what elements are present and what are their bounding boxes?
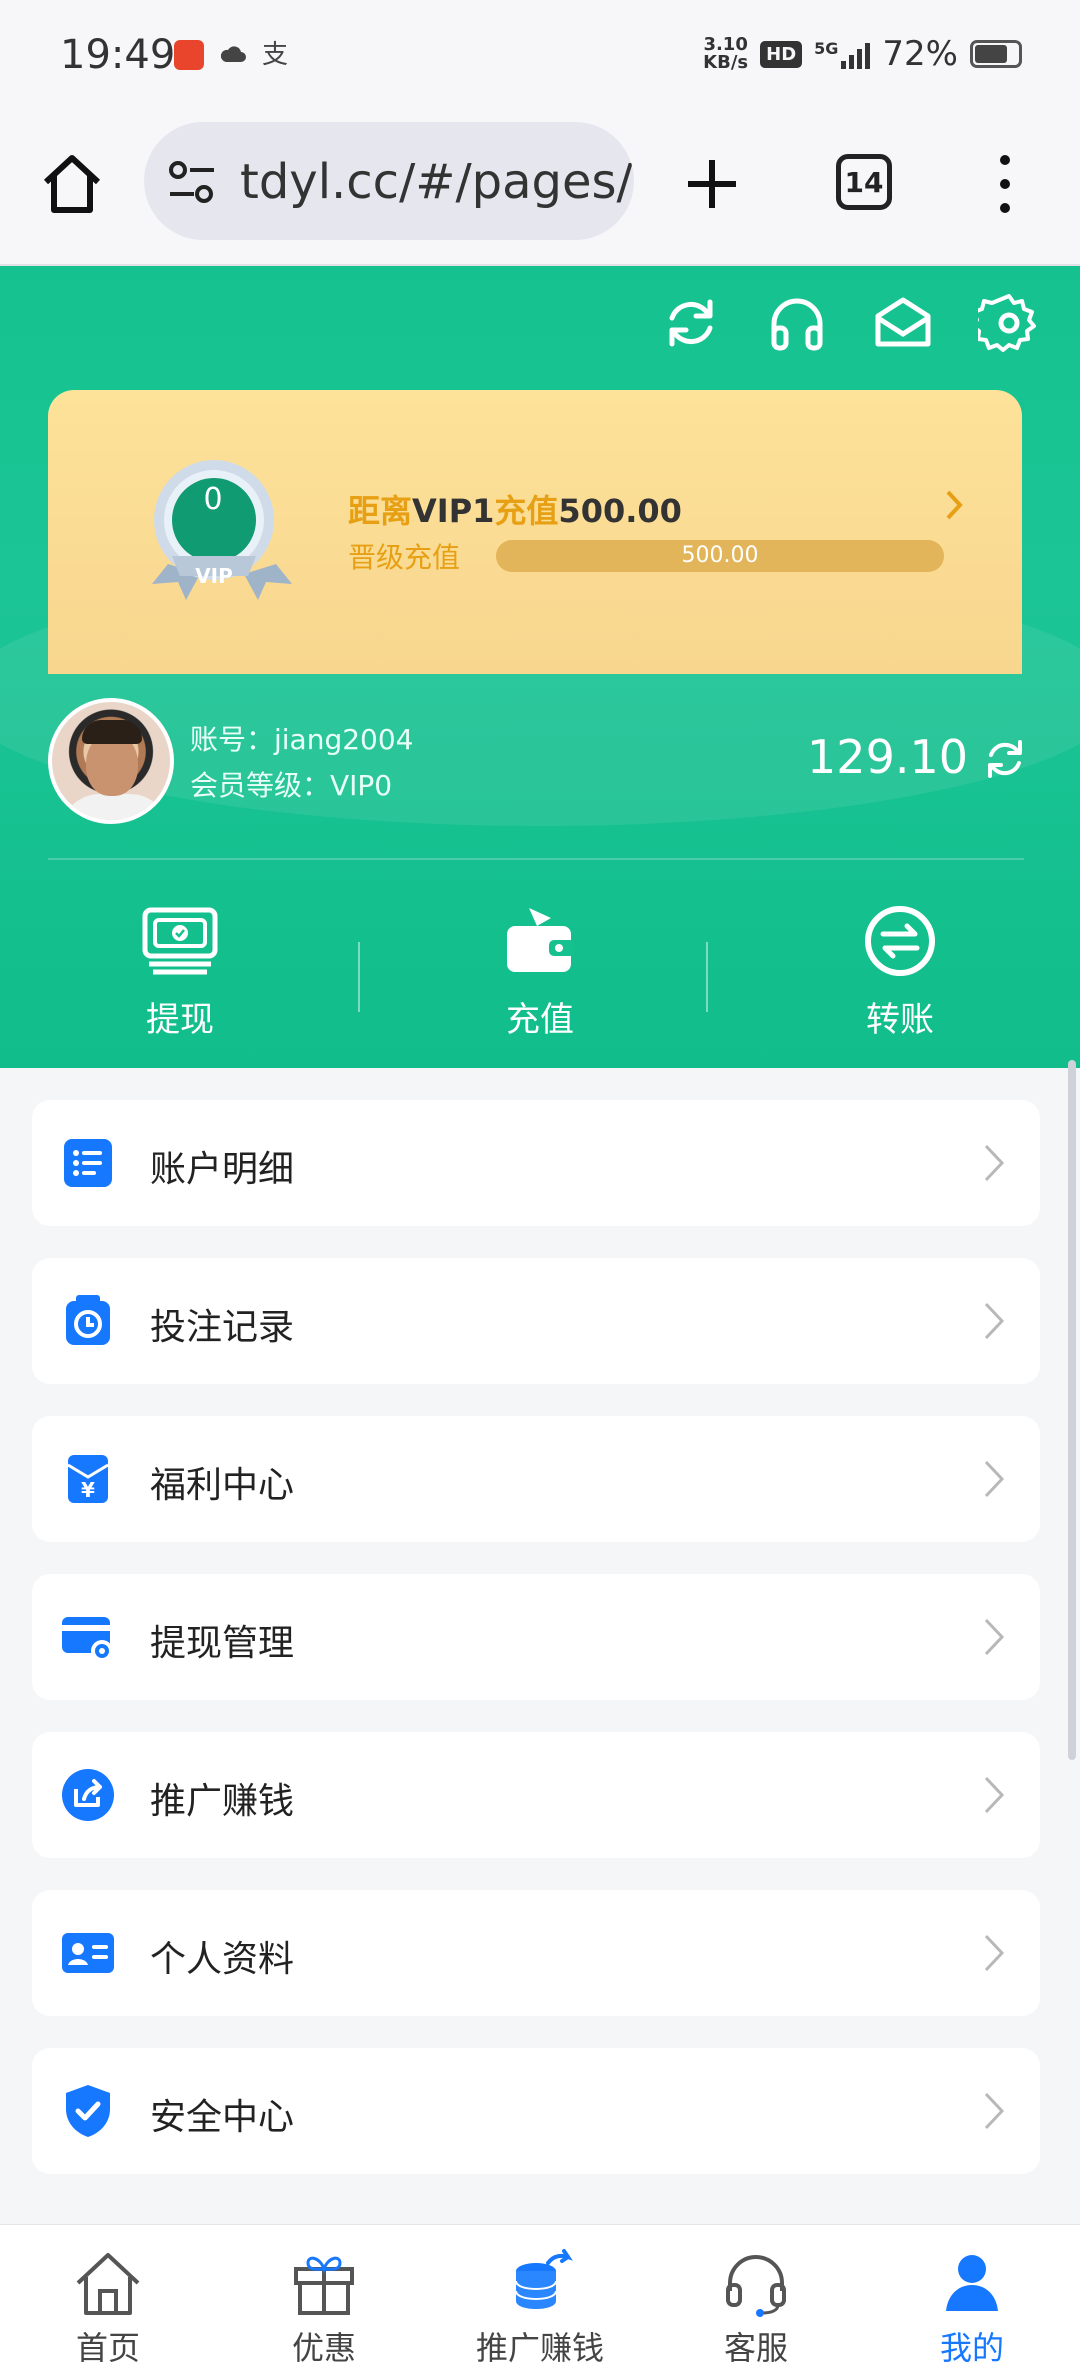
menu-label: 提现管理 <box>150 1623 295 1664</box>
menu-item-bet-records[interactable]: 投注记录 <box>32 1258 1040 1384</box>
withdraw-button[interactable]: 提现 <box>0 890 360 1040</box>
balance-amount: 129.10 <box>807 730 968 784</box>
address-bar[interactable]: tdyl.cc/#/pages/m <box>144 122 634 240</box>
vip-target-text: 距离VIP1充值500.00 <box>348 492 682 530</box>
alipay-icon: 支 <box>262 40 289 70</box>
quick-actions: 提现 充值 转账 <box>0 890 1080 1040</box>
nav-label: 我的 <box>939 2329 1004 2367</box>
hd-badge: HD <box>760 40 803 68</box>
battery-percent: 72% <box>882 34 958 74</box>
member-level: 会员等级：VIP0 <box>190 769 393 802</box>
signal-icon: 5G <box>814 39 871 69</box>
menu-label: 个人资料 <box>150 1939 295 1980</box>
menu-label: 投注记录 <box>150 1307 295 1348</box>
tab-switcher-button[interactable]: 14 <box>836 154 892 210</box>
site-settings-icon[interactable] <box>166 158 218 206</box>
menu-list: 账户明细 投注记录 ¥ 福利中心 提现管理 推广赚钱 个人资料 安全中心 <box>32 1100 1040 2206</box>
menu-label: 账户明细 <box>150 1149 295 1190</box>
nav-promotions[interactable]: 优惠 <box>216 2225 432 2376</box>
gift-icon <box>294 2256 354 2315</box>
yen-envelope-icon: ¥ <box>67 1455 109 1503</box>
svg-text:¥: ¥ <box>81 1478 95 1502</box>
coins-icon <box>515 2249 573 2309</box>
vip-card[interactable]: 0 VIP 距离VIP1充值500.00 晋级充值 500.00 <box>48 390 1022 674</box>
divider <box>358 942 360 1012</box>
new-tab-icon[interactable] <box>682 154 742 214</box>
nav-home[interactable]: 首页 <box>0 2225 216 2376</box>
status-bar: 19:49 支 3.10 KB/s HD 5G 72% <box>0 0 1080 110</box>
nav-label: 优惠 <box>291 2329 356 2367</box>
more-menu-icon[interactable] <box>990 150 1020 218</box>
headset-icon[interactable] <box>766 292 828 354</box>
vip-progress-text: 500.00 <box>681 543 759 568</box>
chevron-right-icon <box>984 1776 1005 1814</box>
vip-chevron-right-icon[interactable] <box>944 488 964 522</box>
status-time: 19:49 <box>60 32 176 78</box>
network-speed: 3.10 KB/s <box>703 34 749 73</box>
app-notification-icon <box>174 40 204 70</box>
nav-mine[interactable]: 我的 <box>864 2225 1080 2376</box>
chevron-right-icon <box>984 1460 1005 1498</box>
transfer-button[interactable]: 转账 <box>720 890 1080 1040</box>
chevron-right-icon <box>984 1934 1005 1972</box>
menu-item-account-details[interactable]: 账户明细 <box>32 1100 1040 1226</box>
share-icon <box>62 1769 114 1821</box>
cloud-icon <box>220 46 246 62</box>
chevron-right-icon <box>984 1302 1005 1340</box>
account-name: 账号：jiang2004 <box>190 723 414 756</box>
headset-icon <box>726 2255 786 2317</box>
divider <box>48 858 1024 860</box>
transfer-label: 转账 <box>866 1000 934 1040</box>
avatar[interactable] <box>48 698 174 824</box>
battery-icon <box>970 40 1022 68</box>
clock-icon <box>66 1295 110 1345</box>
mail-icon[interactable] <box>872 292 934 354</box>
recharge-button[interactable]: 充值 <box>360 890 720 1040</box>
menu-label: 福利中心 <box>150 1465 295 1506</box>
refresh-icon[interactable] <box>660 292 722 354</box>
bottom-nav: 首页 优惠 推广赚钱 客服 我的 <box>0 2224 1080 2376</box>
withdraw-icon <box>142 907 218 975</box>
menu-item-welfare-center[interactable]: ¥ 福利中心 <box>32 1416 1040 1542</box>
menu-label: 安全中心 <box>150 2097 295 2138</box>
vip-upgrade-label: 晋级充值 <box>348 541 461 574</box>
nav-label: 客服 <box>723 2329 788 2367</box>
id-card-icon <box>62 1933 114 1973</box>
menu-item-withdraw-management[interactable]: 提现管理 <box>32 1574 1040 1700</box>
profile-header: 0 VIP 距离VIP1充值500.00 晋级充值 500.00 账号：jian… <box>0 266 1080 1068</box>
nav-customer-service[interactable]: 客服 <box>648 2225 864 2376</box>
home-icon <box>76 2253 140 2315</box>
transfer-icon <box>865 906 935 976</box>
chevron-right-icon <box>984 1144 1005 1182</box>
user-icon <box>946 2255 998 2311</box>
card-gear-icon <box>62 1617 113 1662</box>
shield-check-icon <box>66 2085 110 2137</box>
nav-promote-earn[interactable]: 推广赚钱 <box>432 2225 648 2376</box>
vip-progress-bar: 500.00 <box>496 540 944 572</box>
balance-refresh-icon[interactable] <box>982 736 1028 782</box>
user-info: 账号：jiang2004 会员等级：VIP0 129.10 <box>0 696 1080 836</box>
withdraw-label: 提现 <box>146 1000 214 1040</box>
home-icon[interactable] <box>36 148 108 220</box>
chevron-right-icon <box>984 1618 1005 1656</box>
nav-label: 推广赚钱 <box>475 2329 604 2367</box>
recharge-label: 充值 <box>506 1000 574 1040</box>
browser-toolbar: tdyl.cc/#/pages/m 14 <box>0 110 1080 266</box>
url-text[interactable]: tdyl.cc/#/pages/m <box>240 154 634 210</box>
menu-item-promote-earn[interactable]: 推广赚钱 <box>32 1732 1040 1858</box>
nav-label: 首页 <box>75 2329 140 2367</box>
divider <box>706 942 708 1012</box>
list-icon <box>64 1139 112 1187</box>
menu-item-security-center[interactable]: 安全中心 <box>32 2048 1040 2174</box>
settings-icon[interactable] <box>978 292 1040 354</box>
vip-badge-icon <box>152 460 292 600</box>
header-actions <box>660 292 1040 354</box>
menu-item-personal-info[interactable]: 个人资料 <box>32 1890 1040 2016</box>
scrollbar[interactable] <box>1068 1060 1076 1760</box>
wallet-icon <box>507 908 575 972</box>
chevron-right-icon <box>984 2092 1005 2130</box>
menu-label: 推广赚钱 <box>150 1781 295 1822</box>
